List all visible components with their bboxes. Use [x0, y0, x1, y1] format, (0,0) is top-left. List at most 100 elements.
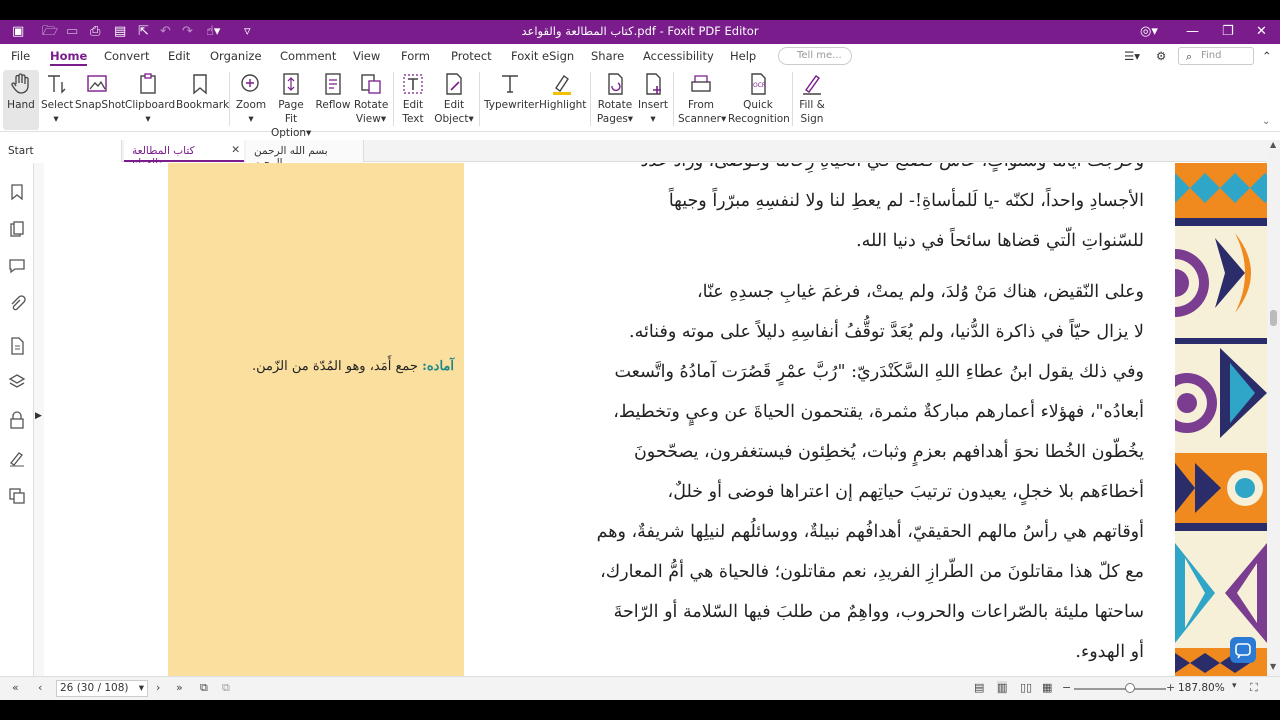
page-number-input[interactable]: 26 (30 / 108) ▾	[56, 680, 148, 697]
zoom-in-icon[interactable]: +	[1166, 681, 1175, 694]
edit-object-button[interactable]: Edit Object▾	[433, 70, 475, 130]
dropdown-arrow-icon: ▾	[53, 113, 59, 125]
tab-start[interactable]: Start	[0, 140, 122, 162]
quick-recognition-button[interactable]: OCR Quick Recognition	[728, 70, 790, 130]
first-page-icon[interactable]: «	[12, 681, 19, 694]
ribbon-divider	[229, 72, 230, 126]
account-icon[interactable]: ◎▾	[1140, 23, 1158, 41]
bookmark-button[interactable]: Bookmark	[176, 70, 229, 130]
typewriter-button[interactable]: Typewriter	[484, 70, 539, 130]
fill-sign-button[interactable]: Fill & Sign	[797, 70, 827, 130]
attachments-panel-icon[interactable]	[8, 295, 26, 313]
zoom-dropdown-icon[interactable]: ▾	[1232, 681, 1237, 691]
menu-help[interactable]: Help	[730, 49, 756, 63]
reflow-button[interactable]: Reflow	[315, 70, 351, 130]
hand-tool-button[interactable]: Hand	[3, 70, 39, 130]
panel-collapse-strip[interactable]: ▶	[34, 163, 44, 676]
menu-comment[interactable]: Comment	[280, 49, 336, 63]
page-fit-option-button[interactable]: Page Fit Option▾	[271, 70, 311, 139]
rotate-view-button[interactable]: Rotate View▾	[354, 70, 388, 130]
restore-icon[interactable]: ❐	[1222, 23, 1234, 41]
menu-foxit-esign[interactable]: Foxit eSign	[511, 49, 574, 63]
menu-edit[interactable]: Edit	[168, 49, 190, 63]
ribbon-layout-icon[interactable]: ☰▾	[1124, 49, 1140, 63]
zoom-slider[interactable]	[1074, 688, 1166, 690]
document-page-area[interactable]: آماده: جمع أَمَد، وهو المُدّة من الزّمن.…	[44, 163, 1267, 676]
text-line: أوقاتهم هي رأسُ مالهم الحقيقيّ، أهدافُهم…	[596, 522, 1144, 542]
menu-convert[interactable]: Convert	[104, 49, 149, 63]
tab-document-2[interactable]: بسم الله الرحمن الرحيم	[246, 140, 364, 169]
edit-text-button[interactable]: Edit Text	[398, 70, 428, 130]
menu-home[interactable]: Home	[50, 49, 88, 66]
menu-file[interactable]: File	[11, 49, 30, 63]
zoom-icon	[241, 74, 259, 92]
feedback-button[interactable]	[1230, 637, 1256, 663]
menu-bar: File Home Convert Edit Organize Comment …	[0, 44, 1280, 68]
ribbon-expand-icon[interactable]: ⌄	[1262, 116, 1270, 127]
zoom-button[interactable]: Zoom ▾	[235, 70, 267, 130]
zoom-out-icon[interactable]: −	[1062, 681, 1071, 694]
ocr-icon: OCR	[751, 73, 766, 95]
bookmarks-panel-icon[interactable]	[8, 183, 26, 201]
reflow-label: Reflow	[315, 99, 351, 111]
continuous-facing-view-icon[interactable]: ▦	[1042, 681, 1052, 694]
close-icon[interactable]: ✕	[1256, 23, 1267, 41]
ribbon-collapse-icon[interactable]: ⌃	[1262, 49, 1272, 63]
from-scanner-button[interactable]: From Scanner▾	[678, 70, 726, 130]
select-tool-button[interactable]: Select ▾	[41, 70, 73, 130]
scrollbar-thumb[interactable]	[1270, 310, 1277, 326]
fullscreen-icon[interactable]: ⛶	[1250, 681, 1258, 695]
menu-view[interactable]: View	[353, 49, 380, 63]
facing-view-icon[interactable]: ▯▯	[1020, 681, 1032, 694]
page-indicator: 26 (30 / 108)	[60, 682, 129, 694]
edit-object-icon	[446, 73, 462, 95]
snapshot-label: SnapShot	[75, 99, 126, 111]
text-line: يخُطّون الخُطا نحوَ أهدافهم بعزمٍ وثبات،…	[633, 442, 1144, 462]
menu-protect[interactable]: Protect	[451, 49, 492, 63]
paragraph-top: وخرجتْ أياماً وسنواتٍ، عاشَ فصنعَ في الح…	[472, 163, 1144, 261]
scroll-up-icon[interactable]: ▲	[1270, 140, 1276, 149]
snapshot-button[interactable]: SnapShot	[75, 70, 125, 130]
pages-panel-icon[interactable]	[8, 221, 26, 239]
tell-me-input[interactable]: Tell me...	[778, 47, 852, 65]
document-body-text[interactable]: وخرجتْ أياماً وسنواتٍ، عاشَ فصنعَ في الح…	[472, 163, 1144, 672]
reflow-icon	[325, 73, 341, 95]
scanner-icon	[691, 75, 711, 92]
rotate-pages-button[interactable]: Rotate Pages▾	[596, 70, 634, 130]
status-bar: « ‹ 26 (30 / 108) ▾ › » ⧉ ⧉ ▤ ▥ ▯▯ ▦ − + …	[0, 676, 1280, 700]
ribbon-divider	[673, 72, 674, 126]
content-panel-icon[interactable]	[8, 487, 26, 505]
zoom-label: Zoom	[235, 99, 267, 111]
menu-share[interactable]: Share	[591, 49, 624, 63]
highlight-button[interactable]: Highlight	[539, 70, 586, 130]
zoom-level[interactable]: 187.80%	[1178, 682, 1225, 694]
previous-page-icon[interactable]: ‹	[38, 681, 42, 694]
last-page-icon[interactable]: »	[176, 681, 183, 694]
tab-document-active[interactable]: كتاب المطالعة والقواع...✕	[124, 140, 244, 169]
menu-accessibility[interactable]: Accessibility	[643, 49, 714, 63]
zoom-slider-handle[interactable]	[1125, 683, 1135, 693]
expand-panel-icon[interactable]: ▶	[35, 411, 42, 421]
security-panel-icon[interactable]	[8, 411, 26, 429]
continuous-view-icon[interactable]: ▥	[997, 681, 1008, 694]
menu-form[interactable]: Form	[401, 49, 430, 63]
next-view-icon[interactable]: ⧉	[222, 681, 230, 695]
layers-panel-icon[interactable]	[8, 373, 26, 391]
vertical-scrollbar[interactable]: ▲ ▼	[1267, 140, 1280, 676]
previous-view-icon[interactable]: ⧉	[200, 681, 208, 695]
signatures-panel-icon[interactable]	[8, 449, 26, 467]
settings-icon[interactable]: ⚙	[1156, 49, 1166, 63]
menu-organize[interactable]: Organize	[210, 49, 262, 63]
scroll-down-icon[interactable]: ▼	[1270, 662, 1276, 671]
document-properties-icon[interactable]	[8, 337, 26, 355]
next-page-icon[interactable]: ›	[156, 681, 160, 694]
hand-label: Hand	[7, 99, 35, 111]
insert-button[interactable]: Insert ▾	[637, 70, 669, 130]
text-line: الأجسادِ واحداً، لكنّه -يا لَلمأساةِ!- ل…	[668, 191, 1144, 211]
tab-close-icon[interactable]: ✕	[231, 144, 240, 156]
single-page-view-icon[interactable]: ▤	[974, 681, 984, 694]
minimize-icon[interactable]: —	[1186, 23, 1199, 41]
clipboard-button[interactable]: Clipboard ▾	[125, 70, 175, 130]
comments-panel-icon[interactable]	[8, 257, 26, 275]
dropdown-arrow-icon: ▾	[627, 113, 634, 125]
